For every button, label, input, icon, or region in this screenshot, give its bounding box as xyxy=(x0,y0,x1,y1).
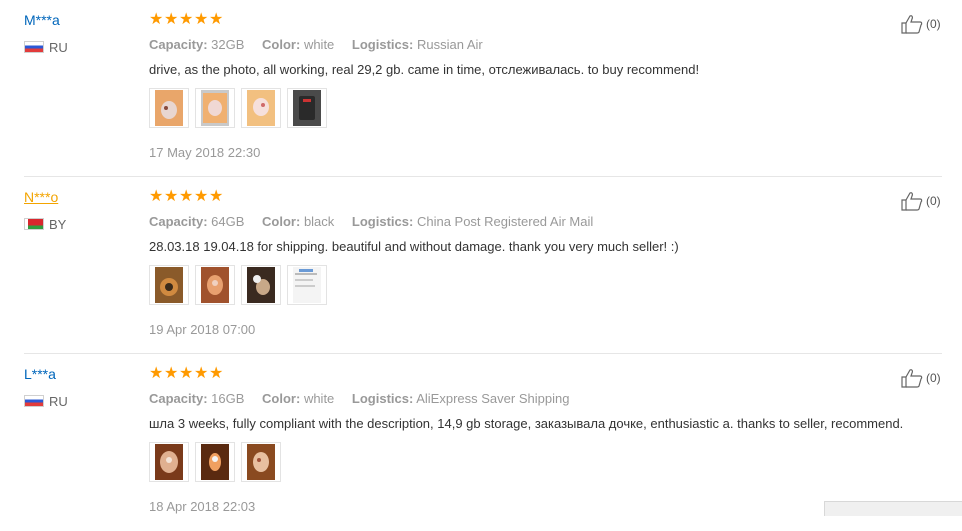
thumbs-up-icon xyxy=(901,15,923,34)
like-count: (0) xyxy=(926,371,941,385)
star-rating: ★ ★ ★ ★ ★ xyxy=(149,189,224,205)
flag-icon xyxy=(24,218,44,230)
star-rating: ★ ★ ★ ★ ★ xyxy=(149,12,224,28)
reviewer-name[interactable]: N***o xyxy=(24,189,58,205)
capacity-label: Capacity: xyxy=(149,214,208,229)
logistics-value: China Post Registered Air Mail xyxy=(416,214,594,229)
star-icon: ★ xyxy=(164,11,178,28)
review-date: 17 May 2018 22:30 xyxy=(149,145,261,160)
review-date: 19 Apr 2018 07:00 xyxy=(149,322,256,337)
review-item: N***o BY ★ ★ ★ ★ ★ Capacity: 64GB Color:… xyxy=(0,177,962,354)
thumbs-up-icon xyxy=(901,369,923,388)
star-icon: ★ xyxy=(164,188,178,205)
review-photo-thumbnail[interactable] xyxy=(195,442,235,482)
corner-widget xyxy=(824,501,962,516)
review-photo-thumbnail[interactable] xyxy=(241,88,281,128)
country-code: BY xyxy=(49,216,67,232)
reviewer-country: RU xyxy=(24,393,68,409)
capacity-value: 64GB xyxy=(211,214,245,229)
thumbs-up-icon xyxy=(901,192,923,211)
review-photo-thumbnail[interactable] xyxy=(149,265,189,305)
star-icon: ★ xyxy=(194,365,208,382)
review-date: 18 Apr 2018 22:03 xyxy=(149,499,256,514)
like-count: (0) xyxy=(926,17,941,31)
review-photos xyxy=(149,88,327,128)
review-photo-thumbnail[interactable] xyxy=(241,442,281,482)
review-photo-thumbnail[interactable] xyxy=(149,88,189,128)
review-photos xyxy=(149,265,327,305)
star-icon: ★ xyxy=(179,11,193,28)
order-info: Capacity: 32GB Color: white Logistics: R… xyxy=(149,37,497,52)
color-label: Color: xyxy=(262,391,301,406)
review-item: L***a RU ★ ★ ★ ★ ★ Capacity: 16GB Color:… xyxy=(0,354,962,531)
color-label: Color: xyxy=(262,214,301,229)
review-text: drive, as the photo, all working, real 2… xyxy=(149,62,700,77)
star-icon: ★ xyxy=(194,11,208,28)
color-value: white xyxy=(303,391,335,406)
reviewer-name[interactable]: L***a xyxy=(24,366,56,382)
like-button[interactable]: (0) xyxy=(900,191,941,211)
star-rating: ★ ★ ★ ★ ★ xyxy=(149,366,224,382)
star-icon: ★ xyxy=(179,365,193,382)
logistics-value: Russian Air xyxy=(416,37,483,52)
star-icon: ★ xyxy=(209,188,223,205)
logistics-label: Logistics: xyxy=(351,37,414,52)
reviewer-country: RU xyxy=(24,39,68,55)
review-photo-thumbnail[interactable] xyxy=(149,442,189,482)
logistics-value: AliExpress Saver Shipping xyxy=(416,391,570,406)
star-icon: ★ xyxy=(209,11,223,28)
star-icon: ★ xyxy=(149,188,163,205)
review-item: M***a RU ★ ★ ★ ★ ★ Capacity: 32GB Color:… xyxy=(0,0,962,177)
review-photo-thumbnail[interactable] xyxy=(195,88,235,128)
review-text: шла 3 weeks, fully compliant with the de… xyxy=(149,416,904,431)
star-icon: ★ xyxy=(194,188,208,205)
review-text: 28.03.18 19.04.18 for shipping. beautifu… xyxy=(149,239,679,254)
country-code: RU xyxy=(49,39,68,55)
country-code: RU xyxy=(49,393,68,409)
flag-icon xyxy=(24,41,44,53)
logistics-label: Logistics: xyxy=(351,214,414,229)
review-photos xyxy=(149,442,281,482)
capacity-label: Capacity: xyxy=(149,37,208,52)
like-button[interactable]: (0) xyxy=(900,368,941,388)
like-count: (0) xyxy=(926,194,941,208)
flag-icon xyxy=(24,395,44,407)
color-label: Color: xyxy=(262,37,301,52)
star-icon: ★ xyxy=(209,365,223,382)
logistics-label: Logistics: xyxy=(351,391,414,406)
like-button[interactable]: (0) xyxy=(900,14,941,34)
reviewer-country: BY xyxy=(24,216,66,232)
star-icon: ★ xyxy=(149,365,163,382)
star-icon: ★ xyxy=(179,188,193,205)
capacity-value: 16GB xyxy=(211,391,245,406)
capacity-value: 32GB xyxy=(211,37,245,52)
star-icon: ★ xyxy=(164,365,178,382)
color-value: black xyxy=(303,214,335,229)
review-photo-thumbnail[interactable] xyxy=(241,265,281,305)
star-icon: ★ xyxy=(149,11,163,28)
color-value: white xyxy=(303,37,335,52)
reviewer-name[interactable]: M***a xyxy=(24,12,60,28)
review-photo-thumbnail[interactable] xyxy=(287,265,327,305)
review-photo-thumbnail[interactable] xyxy=(287,88,327,128)
order-info: Capacity: 64GB Color: black Logistics: C… xyxy=(149,214,607,229)
review-photo-thumbnail[interactable] xyxy=(195,265,235,305)
order-info: Capacity: 16GB Color: white Logistics: A… xyxy=(149,391,583,406)
capacity-label: Capacity: xyxy=(149,391,208,406)
